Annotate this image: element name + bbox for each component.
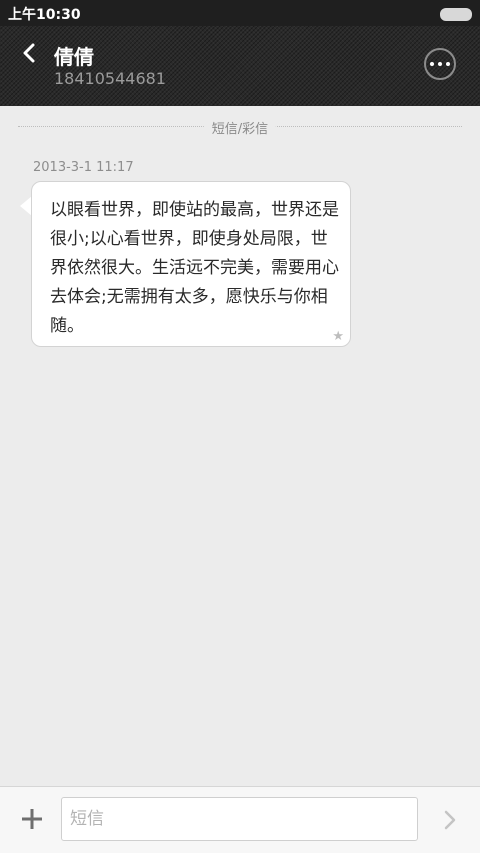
status-time: 上午10:30 — [8, 7, 81, 23]
add-attachment-button[interactable] — [14, 801, 50, 837]
more-options-button[interactable] — [424, 48, 456, 80]
chevron-right-icon — [444, 810, 456, 830]
battery-icon — [440, 8, 472, 21]
chevron-left-icon — [23, 43, 35, 63]
conversation-header: 倩倩 18410544681 — [0, 26, 480, 106]
plus-icon — [22, 809, 42, 829]
back-button[interactable] — [14, 38, 44, 68]
message-text: 以眼看世界，即使站的最高，世界还是很小;以心看世界，即使身处局限，世界依然很大。… — [50, 200, 339, 336]
status-bar: 上午10:30 — [0, 0, 480, 26]
message-bubble[interactable]: 以眼看世界，即使站的最高，世界还是很小;以心看世界，即使身处局限，世界依然很大。… — [31, 181, 351, 347]
contact-name: 倩倩 — [54, 45, 94, 69]
message-input[interactable] — [61, 797, 418, 841]
divider-label: 短信/彩信 — [203, 118, 277, 137]
more-options-icon — [430, 62, 434, 66]
contact-number: 18410544681 — [54, 69, 166, 88]
message-timestamp: 2013-3-1 11:17 — [33, 160, 134, 175]
star-icon: ★ — [332, 329, 344, 344]
composer-bar — [0, 786, 480, 853]
send-button[interactable] — [438, 805, 462, 835]
